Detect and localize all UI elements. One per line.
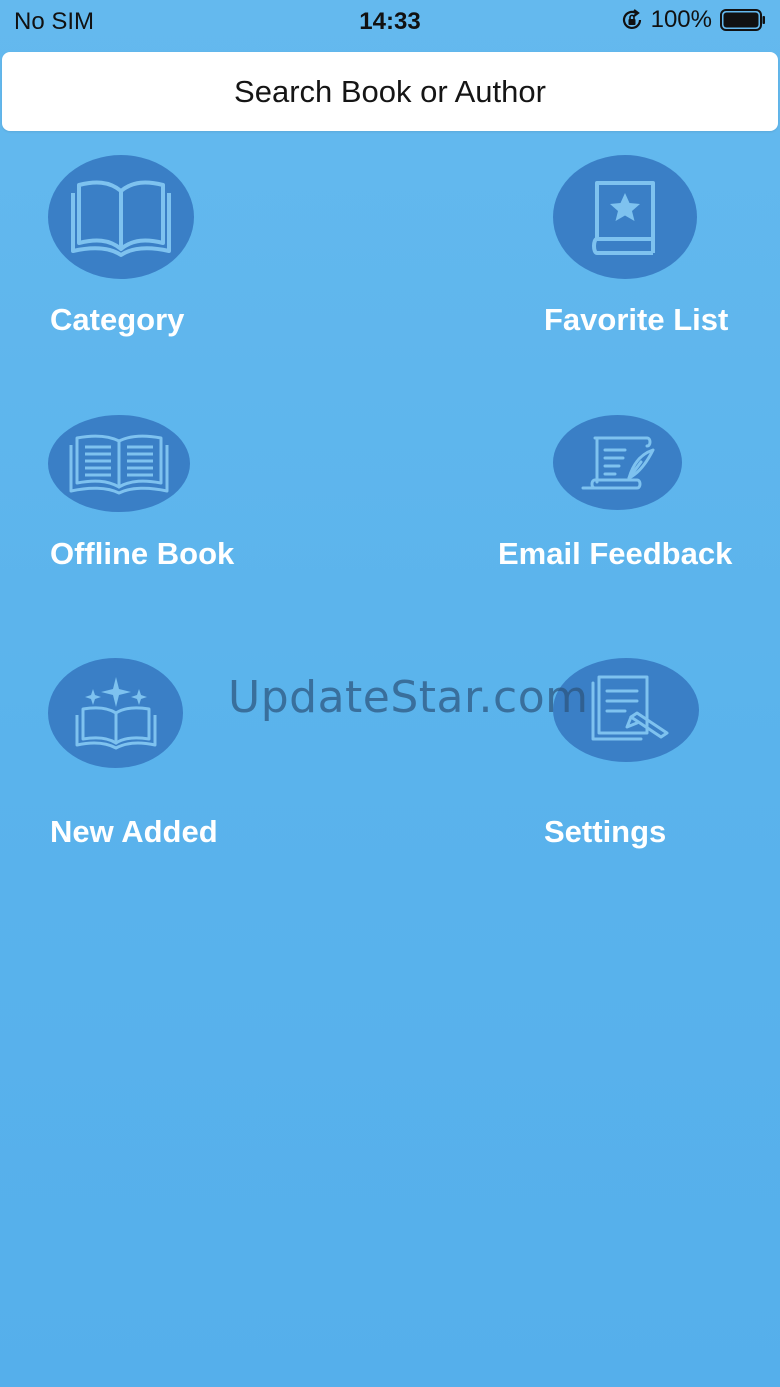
battery-icon [720,9,765,31]
open-book-pages-icon [69,434,169,494]
favorite-list-label: Favorite List [544,302,729,337]
email-feedback-label: Email Feedback [498,536,733,571]
search-bar[interactable]: Search Book or Author [2,52,778,131]
category-icon-circle [48,155,194,279]
offline-book-label: Offline Book [50,536,235,571]
new-added-label: New Added [50,814,218,849]
watermark: UpdateStar.com [228,672,589,723]
category-label: Category [50,302,185,337]
status-bar: No SIM 14:33 100% [0,0,780,44]
email-feedback-tile[interactable]: Email Feedback [497,415,767,585]
feedback-scroll-icon [581,436,654,489]
category-tile[interactable]: Category [48,155,248,345]
offline-book-icon-circle [48,415,190,512]
favorite-list-icon-circle [553,155,697,279]
rotation-lock-icon [622,9,641,29]
status-right: 100% [621,6,766,34]
new-added-tile[interactable]: New Added [48,658,248,854]
favorite-list-tile[interactable]: Favorite List [544,155,769,345]
battery-percentage: 100% [650,6,712,33]
star-book-icon [592,181,655,255]
offline-book-tile[interactable]: Offline Book [48,415,268,585]
new-added-icon-circle [48,658,183,768]
settings-label: Settings [544,814,667,849]
search-placeholder: Search Book or Author [234,73,546,109]
settings-icon-circle [553,658,699,762]
open-book-icon [71,180,171,257]
sparkle-book-icon [75,677,156,750]
email-feedback-icon-circle [553,415,682,510]
document-pen-icon [591,675,669,741]
settings-tile[interactable]: Settings [544,658,769,854]
